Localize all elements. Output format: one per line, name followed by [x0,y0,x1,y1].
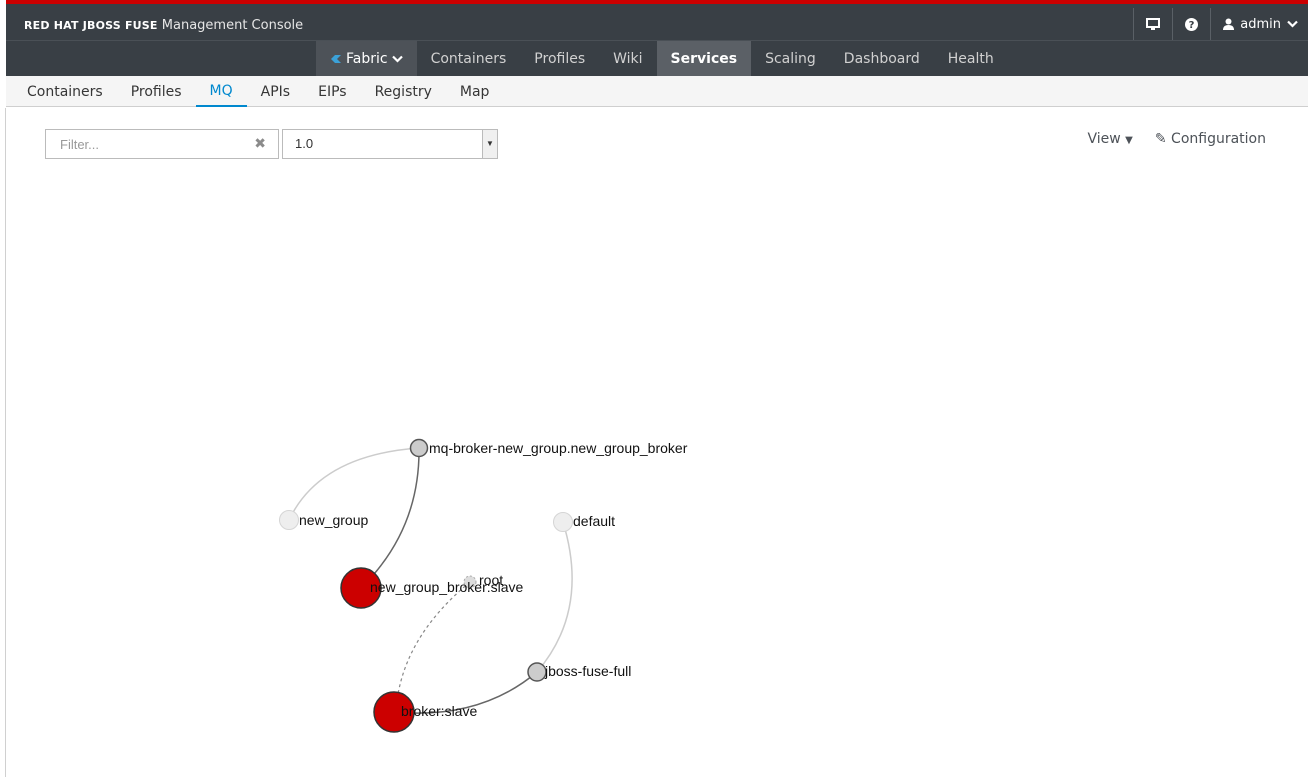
svg-text:new_group_broker:slave: new_group_broker:slave [370,579,524,595]
svg-text:new_group: new_group [299,512,368,528]
graph-node-broker-slave[interactable]: broker:slave [373,691,477,733]
graph-node-new-group[interactable]: new_group [279,510,369,530]
graph-edge [360,447,420,589]
graph-edge [288,447,420,521]
graph-node-default[interactable]: default [553,512,616,532]
svg-text:default: default [573,513,615,529]
svg-text:broker:slave: broker:slave [401,703,477,719]
graph-node-mq-broker-profile[interactable]: mq-broker-new_group.new_group_broker [409,438,688,458]
svg-text:jboss-fuse-full: jboss-fuse-full [544,663,631,679]
svg-text:mq-broker-new_group.new_group_: mq-broker-new_group.new_group_broker [429,440,688,456]
graph-edge [395,581,471,713]
graph-nodes: mq-broker-new_group.new_group_broker new… [279,438,688,733]
mq-topology-graph: mq-broker-new_group.new_group_broker new… [279,438,688,733]
graph-node-jboss-fuse-full[interactable]: jboss-fuse-full [527,662,631,682]
graph-edge [536,521,573,673]
